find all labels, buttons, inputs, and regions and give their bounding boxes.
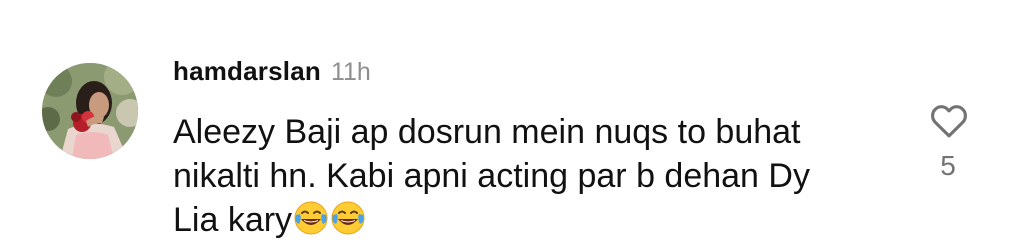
heart-outline-icon xyxy=(931,105,967,138)
like-button[interactable] xyxy=(928,100,970,142)
username[interactable]: hamdarslan xyxy=(173,56,321,87)
like-count[interactable]: 5 xyxy=(930,150,966,182)
comment-item: hamdarslan 11h Aleezy Baji ap dosrun mei… xyxy=(0,0,1024,246)
comment-body: hamdarslan 11h Aleezy Baji ap dosrun mei… xyxy=(173,56,893,242)
comment-text-content: Aleezy Baji ap dosrun mein nuqs to buhat… xyxy=(173,113,810,239)
timestamp[interactable]: 11h xyxy=(331,58,371,87)
face-with-tears-of-joy-icon xyxy=(294,201,328,235)
comment-text: Aleezy Baji ap dosrun mein nuqs to buhat… xyxy=(173,110,863,242)
comment-meta: hamdarslan 11h xyxy=(173,56,893,92)
avatar[interactable] xyxy=(42,63,138,159)
face-with-tears-of-joy-icon xyxy=(331,201,365,235)
